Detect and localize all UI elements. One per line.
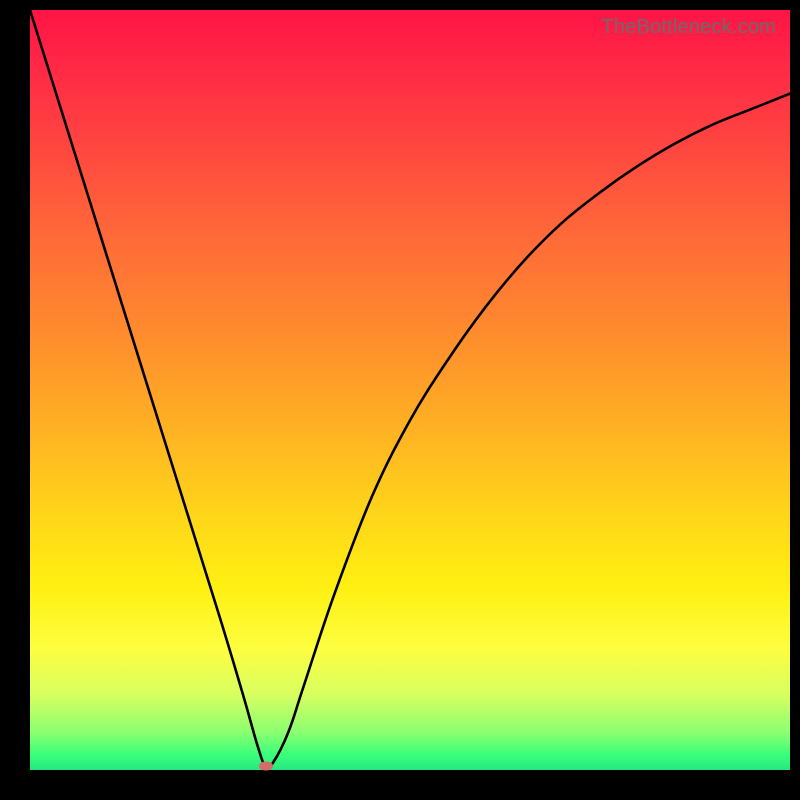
- plot-area: TheBottleneck.com: [30, 10, 790, 770]
- optimum-marker: [259, 762, 273, 771]
- bottleneck-curve: [30, 10, 790, 770]
- chart-outer: TheBottleneck.com: [0, 0, 800, 800]
- watermark: TheBottleneck.com: [601, 16, 776, 39]
